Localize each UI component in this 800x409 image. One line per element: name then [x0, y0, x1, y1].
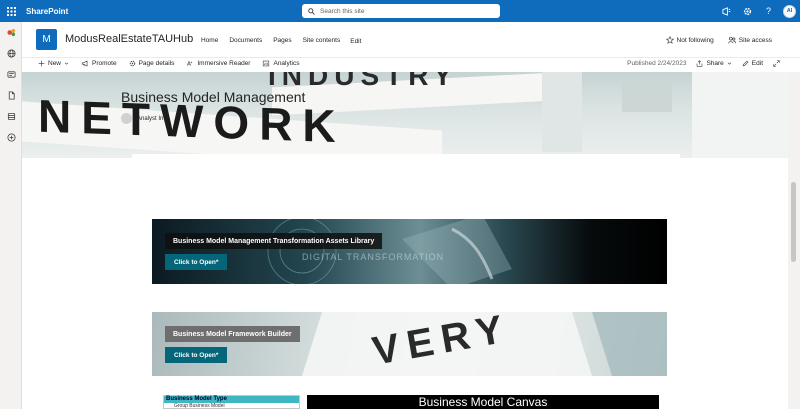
author-byline[interactable]: Analyst In: [121, 113, 163, 124]
scrollbar-thumb[interactable]: [791, 182, 796, 262]
card-background-text: DIGITAL TRANSFORMATION: [302, 252, 445, 262]
site-navigation: Home Documents Pages Site contents Edit: [201, 37, 361, 45]
nav-documents[interactable]: Documents: [229, 37, 262, 44]
sharepoint-home-icon[interactable]: [0, 22, 22, 43]
expand-icon[interactable]: [773, 60, 780, 67]
new-button[interactable]: New: [38, 60, 69, 67]
framework-builder-card[interactable]: VERY Business Model Framework Builder Cl…: [152, 312, 667, 376]
nav-edit[interactable]: Edit: [350, 38, 361, 45]
nav-pages[interactable]: Pages: [273, 37, 291, 44]
help-icon[interactable]: ?: [758, 0, 779, 22]
pencil-icon: [742, 60, 749, 67]
author-avatar: [121, 113, 132, 124]
site-header: M ModusRealEstateTAUHub Home Documents P…: [22, 22, 800, 58]
immersive-reader-icon: [186, 60, 194, 67]
star-icon: [665, 36, 674, 44]
author-name: Analyst In: [137, 115, 164, 122]
business-model-canvas-title: Business Model Canvas: [307, 395, 659, 409]
promote-button[interactable]: Promote: [81, 60, 117, 67]
gear-icon[interactable]: [737, 0, 758, 22]
immersive-reader-label: Immersive Reader: [197, 60, 251, 67]
news-icon[interactable]: [0, 64, 22, 85]
edit-label: Edit: [751, 60, 763, 67]
site-access-label: Site access: [738, 36, 772, 44]
document-icon[interactable]: [0, 85, 22, 106]
sharepoint-brand[interactable]: SharePoint: [26, 7, 68, 16]
feedback-icon[interactable]: [716, 0, 737, 22]
share-label: Share: [706, 60, 724, 67]
site-name[interactable]: ModusRealEstateTAUHub: [65, 33, 193, 45]
share-button[interactable]: Share: [696, 60, 732, 67]
table-row: Group Business Model: [174, 403, 225, 409]
framework-builder-label: Business Model Framework Builder: [165, 326, 300, 342]
create-icon[interactable]: [0, 127, 22, 148]
page-scrollbar[interactable]: [788, 72, 800, 409]
business-model-type-header: Business Model Type: [164, 396, 299, 403]
people-icon: [728, 36, 736, 44]
nav-site-contents[interactable]: Site contents: [303, 37, 341, 44]
edit-button[interactable]: Edit: [742, 60, 763, 67]
gear-icon: [129, 60, 136, 67]
plus-icon: [38, 60, 45, 67]
megaphone-icon: [81, 60, 89, 67]
account-button[interactable]: AI: [779, 0, 800, 22]
published-date: Published 2/24/2023: [627, 60, 687, 67]
immersive-reader-button[interactable]: Immersive Reader: [186, 60, 250, 67]
suite-bar: SharePoint ? AI: [0, 0, 800, 22]
open-framework-builder-button[interactable]: Click to Open*: [165, 347, 228, 363]
lists-icon[interactable]: [0, 106, 22, 127]
chevron-down-icon: [64, 61, 69, 66]
page-details-button[interactable]: Page details: [129, 60, 175, 67]
search-input[interactable]: [320, 7, 480, 15]
command-bar: New Promote Page details Immersive Reade…: [22, 58, 800, 72]
app-bar: [0, 22, 22, 409]
page-details-label: Page details: [138, 60, 175, 67]
assets-library-label: Business Model Management Transformation…: [165, 233, 383, 249]
site-access-button[interactable]: Site access: [728, 36, 772, 44]
nav-home[interactable]: Home: [201, 37, 218, 44]
business-model-type-table: Business Model Type Group Business Model: [163, 395, 300, 409]
search-box[interactable]: [302, 4, 500, 18]
search-icon: [308, 7, 315, 15]
analytics-label: Analytics: [273, 60, 300, 67]
new-label: New: [48, 60, 62, 67]
analytics-icon: [262, 60, 270, 67]
not-following-label: Not following: [676, 36, 714, 44]
page-title: Business Model Management: [121, 89, 306, 105]
open-assets-library-button[interactable]: Click to Open*: [165, 254, 228, 270]
analytics-button[interactable]: Analytics: [262, 60, 300, 67]
avatar: AI: [783, 4, 796, 18]
share-icon: [696, 60, 703, 67]
app-launcher-icon[interactable]: [0, 0, 22, 22]
site-logo[interactable]: M: [36, 29, 57, 50]
chevron-down-icon: [727, 61, 732, 66]
follow-button[interactable]: Not following: [665, 36, 714, 44]
globe-icon[interactable]: [0, 43, 22, 64]
promote-label: Promote: [92, 60, 117, 67]
assets-library-card[interactable]: DIGITAL TRANSFORMATION Business Model Ma…: [152, 219, 667, 284]
